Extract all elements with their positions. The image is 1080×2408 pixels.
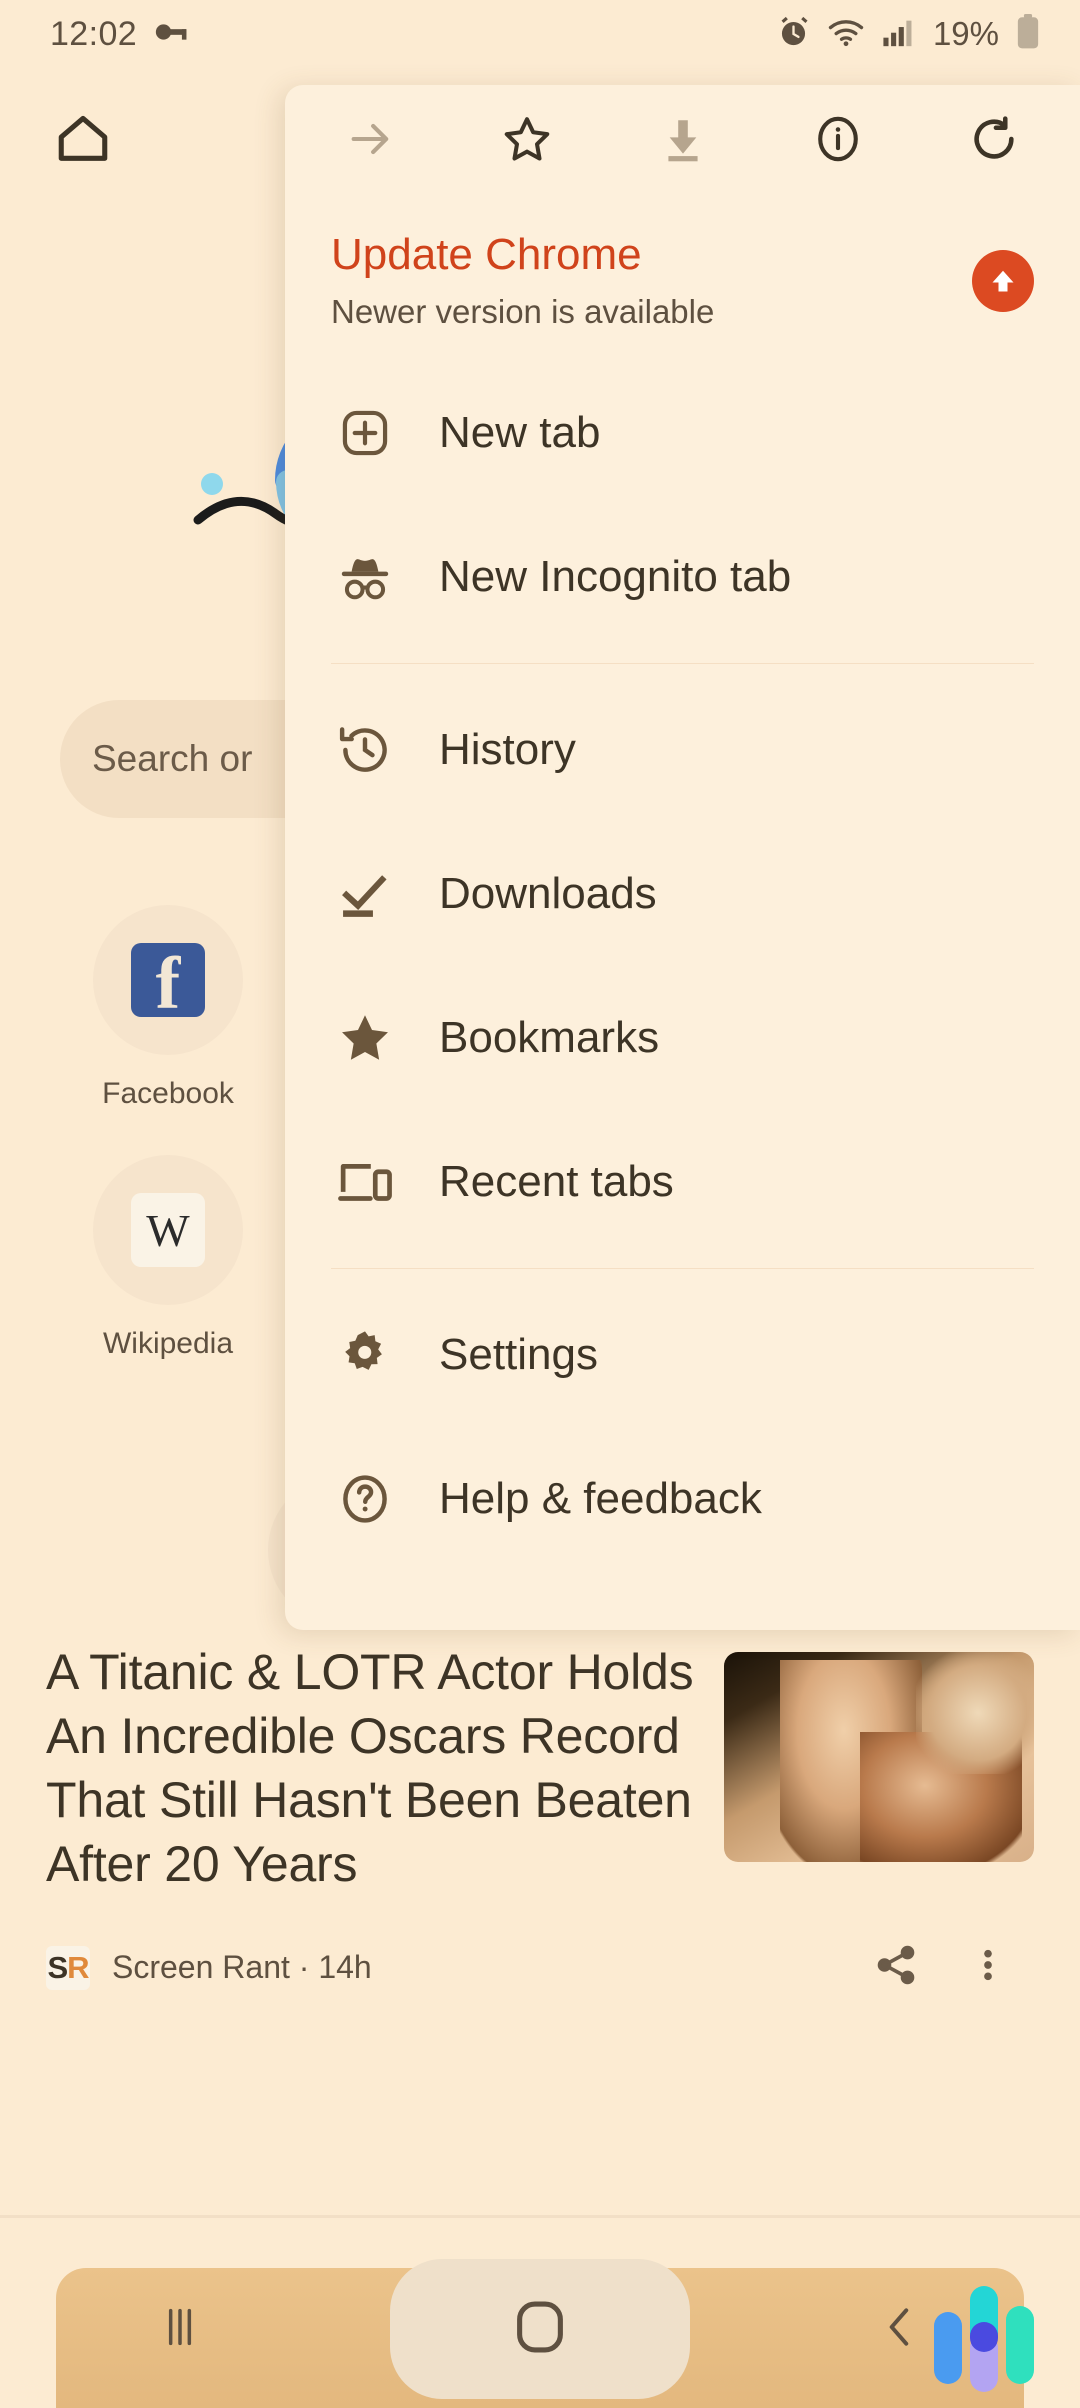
back-chevron-icon	[875, 2299, 925, 2360]
reload-icon	[968, 113, 1020, 170]
update-chrome-item[interactable]: Update Chrome Newer version is available	[285, 197, 1080, 361]
home-pill[interactable]	[390, 2259, 690, 2399]
menu-item-label: New tab	[439, 408, 600, 458]
shortcut-icon-wrapper: W	[93, 1155, 243, 1305]
menu-item-settings[interactable]: Settings	[285, 1283, 1080, 1427]
shortcut-icon-wrapper: f	[93, 905, 243, 1055]
key-icon	[155, 19, 189, 50]
history-icon	[325, 722, 405, 778]
battery-icon	[1016, 14, 1040, 55]
page-info-button[interactable]	[792, 95, 884, 187]
menu-item-label: Bookmarks	[439, 1013, 659, 1063]
menu-separator	[331, 1268, 1034, 1269]
shortcut-tile-wikipedia[interactable]: W Wikipedia	[18, 1155, 318, 1361]
article-source: Screen Rant · 14h	[112, 1949, 372, 1986]
download-page-button[interactable]	[637, 95, 729, 187]
incognito-icon	[325, 549, 405, 605]
article-card[interactable]: A Titanic & LOTR Actor Holds An Incredib…	[0, 1640, 1080, 1993]
shortcut-tile-facebook[interactable]: f Facebook	[18, 905, 318, 1111]
recent-apps-button[interactable]	[0, 2250, 360, 2408]
status-time: 12:02	[50, 15, 137, 54]
search-placeholder: Search or	[92, 738, 252, 780]
menu-item-label: New Incognito tab	[439, 552, 791, 602]
help-circle-icon	[325, 1471, 405, 1527]
recent-apps-icon	[152, 2299, 208, 2360]
update-chrome-title: Update Chrome	[331, 231, 972, 279]
status-bar: 12:02	[0, 0, 1080, 68]
home-square-icon	[512, 2296, 568, 2363]
article-title: A Titanic & LOTR Actor Holds An Incredib…	[46, 1640, 724, 1896]
chrome-app-menu: Update Chrome Newer version is available…	[285, 85, 1080, 1630]
feed-divider	[0, 2215, 1080, 2218]
plus-square-icon	[325, 405, 405, 461]
arrow-forward-icon	[345, 113, 397, 170]
menu-item-bookmarks[interactable]: Bookmarks	[285, 966, 1080, 1110]
shortcut-label: Wikipedia	[18, 1327, 318, 1361]
facebook-favicon: f	[131, 943, 205, 1017]
menu-item-help-feedback[interactable]: Help & feedback	[285, 1427, 1080, 1571]
signal-icon	[882, 17, 916, 52]
menu-item-label: Settings	[439, 1330, 598, 1380]
star-outline-icon	[500, 112, 554, 171]
menu-item-downloads[interactable]: Downloads	[285, 822, 1080, 966]
battery-percent: 19%	[933, 15, 999, 53]
article-more-button[interactable]	[942, 1942, 1034, 1993]
logo-letter-s: S	[47, 1950, 67, 1986]
devices-icon	[325, 1155, 405, 1209]
gear-icon	[325, 1326, 405, 1384]
share-icon	[873, 1942, 919, 1993]
arrow-up-circle-icon	[972, 250, 1034, 312]
menu-item-label: Downloads	[439, 869, 657, 919]
wifi-icon	[827, 17, 865, 52]
screen-rant-logo: SR	[46, 1946, 90, 1990]
forward-button[interactable]	[325, 95, 417, 187]
share-button[interactable]	[850, 1942, 942, 1993]
home-button-nav[interactable]	[360, 2250, 720, 2408]
menu-item-new-incognito-tab[interactable]: New Incognito tab	[285, 505, 1080, 649]
home-icon	[52, 110, 114, 173]
logo-letter-r: R	[67, 1950, 88, 1986]
menu-item-label: History	[439, 725, 576, 775]
downloads-check-icon	[325, 866, 405, 922]
more-vertical-icon	[968, 1942, 1008, 1993]
reload-button[interactable]	[948, 95, 1040, 187]
home-button[interactable]	[40, 98, 126, 184]
menu-item-new-tab[interactable]: New tab	[285, 361, 1080, 505]
menu-item-label: Help & feedback	[439, 1474, 762, 1524]
download-icon	[658, 113, 708, 170]
wikipedia-favicon: W	[131, 1193, 205, 1267]
update-chrome-subtitle: Newer version is available	[331, 293, 972, 331]
menu-item-history[interactable]: History	[285, 678, 1080, 822]
info-circle-icon	[812, 113, 864, 170]
menu-item-label: Recent tabs	[439, 1157, 674, 1207]
system-navigation-bar	[0, 2250, 1080, 2408]
titanic-article-thumbnail	[724, 1652, 1034, 1862]
shortcut-label: Facebook	[18, 1077, 318, 1111]
menu-item-recent-tabs[interactable]: Recent tabs	[285, 1110, 1080, 1254]
star-filled-icon	[325, 1009, 405, 1067]
menu-toolbar	[285, 85, 1080, 197]
bookmark-button[interactable]	[481, 95, 573, 187]
assistant-button[interactable]	[932, 2284, 1052, 2392]
alarm-icon	[777, 15, 810, 53]
menu-separator	[331, 663, 1034, 664]
